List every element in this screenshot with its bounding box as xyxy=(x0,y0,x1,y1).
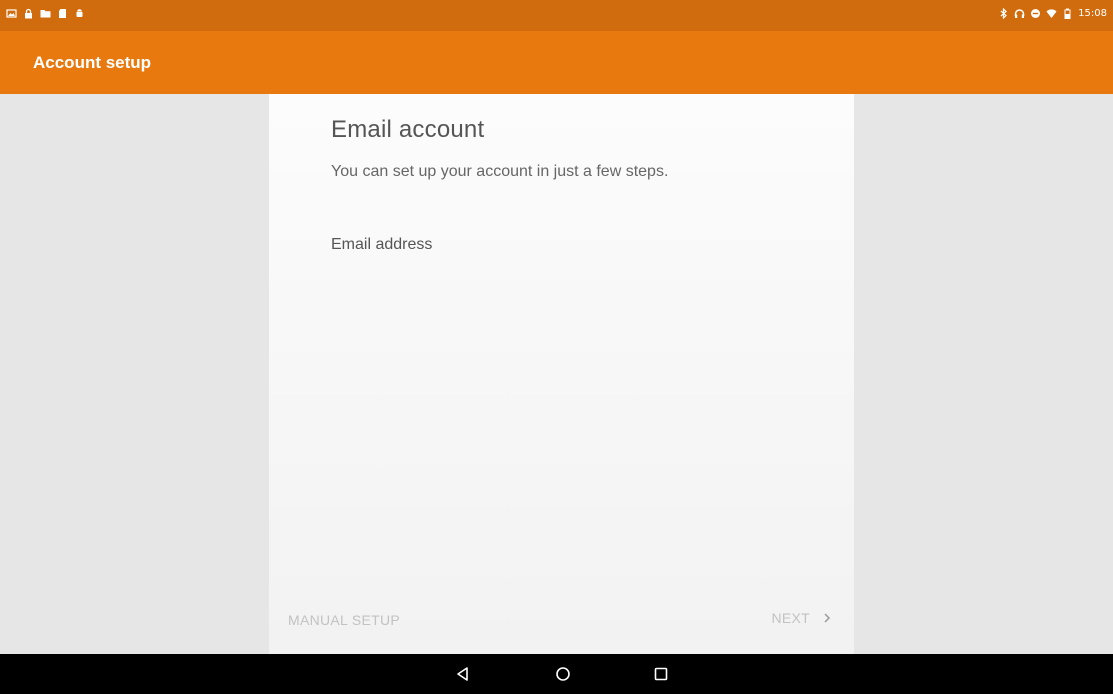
headset-icon xyxy=(1014,8,1025,19)
home-button[interactable] xyxy=(543,654,583,694)
battery-icon xyxy=(1062,8,1073,19)
status-system-icons: 15:08 xyxy=(998,8,1107,19)
bluetooth-icon xyxy=(998,8,1009,19)
recents-button[interactable] xyxy=(641,654,681,694)
back-icon xyxy=(455,666,471,682)
status-bar: 15:08 xyxy=(0,0,1113,31)
app-bar-title: Account setup xyxy=(33,53,152,72)
wifi-icon xyxy=(1046,8,1057,19)
folder-icon xyxy=(40,8,51,19)
back-button[interactable] xyxy=(443,654,483,694)
lock-icon xyxy=(23,8,34,19)
picture-icon xyxy=(6,8,17,19)
status-notification-icons xyxy=(6,8,85,19)
setup-card: Email account You can set up your accoun… xyxy=(269,94,854,654)
app-bar: Account setup xyxy=(0,31,1113,94)
manual-setup-button[interactable]: MANUAL SETUP xyxy=(288,612,400,628)
navigation-bar xyxy=(0,654,1113,694)
next-button-label: NEXT xyxy=(771,610,810,626)
android-icon xyxy=(74,8,85,19)
email-address-field[interactable] xyxy=(331,232,811,258)
next-button[interactable]: NEXT xyxy=(771,610,832,626)
chevron-right-icon xyxy=(822,611,832,625)
home-icon xyxy=(555,666,571,682)
sd-card-icon xyxy=(57,8,68,19)
do-not-disturb-icon xyxy=(1030,8,1041,19)
recents-icon xyxy=(653,666,669,682)
page-subtitle: You can set up your account in just a fe… xyxy=(331,163,669,180)
page-title: Email account xyxy=(331,116,485,143)
status-clock: 15:08 xyxy=(1078,8,1107,19)
